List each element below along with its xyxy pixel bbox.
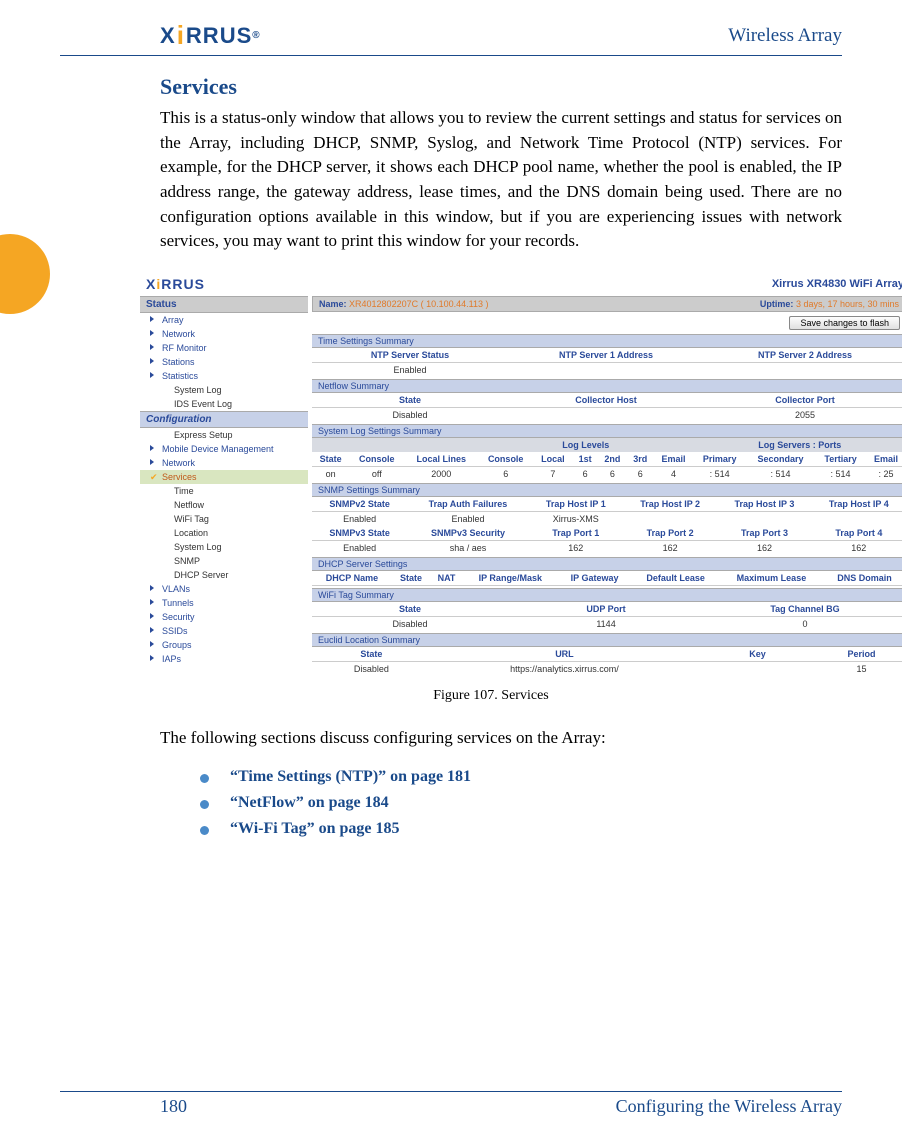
link-netflow[interactable]: “NetFlow” on page 184 [200, 794, 842, 812]
main-content: Name: XR4012802207C ( 10.100.44.113 ) Up… [308, 296, 902, 678]
panel-snmp: SNMP Settings Summary SNMPv2 StateTrap A… [312, 483, 902, 555]
nav-item-dhcp-server[interactable]: DHCP Server [140, 568, 308, 582]
panel-title: System Log Settings Summary [312, 424, 902, 438]
nav-item-location[interactable]: Location [140, 526, 308, 540]
nav-item-mdm[interactable]: Mobile Device Management [140, 442, 308, 456]
nav-item-express-setup[interactable]: Express Setup [140, 428, 308, 442]
table-row: onoff2000 676 664 : 514: 514: 514: 25 [312, 466, 902, 481]
page-number: 180 [60, 1096, 187, 1117]
figure-caption: Figure 107. Services [140, 688, 842, 704]
xirrus-logo: XiRRUS® [160, 20, 261, 51]
table-row: Disabled2055 [312, 407, 902, 422]
panel-dhcp: DHCP Server Settings DHCP NameStateNATIP… [312, 557, 902, 586]
nav-sidebar: Status Array Network RF Monitor Stations… [140, 296, 308, 678]
nav-item-tunnels[interactable]: Tunnels [140, 596, 308, 610]
panel-title: DHCP Server Settings [312, 557, 902, 571]
link-wifi-tag[interactable]: “Wi-Fi Tag” on page 185 [200, 820, 842, 838]
table-row: Enabledsha / aes162162162162 [312, 540, 902, 555]
link-list: “Time Settings (NTP)” on page 181 “NetFl… [200, 768, 842, 838]
intro-paragraph: This is a status-only window that allows… [160, 106, 842, 254]
nav-item-network-cfg[interactable]: Network [140, 456, 308, 470]
panel-syslog: System Log Settings Summary Log LevelsLo… [312, 424, 902, 481]
nav-item-snmp[interactable]: SNMP [140, 554, 308, 568]
device-model: Xirrus XR4830 WiFi Array [772, 278, 902, 290]
nav-item-array[interactable]: Array [140, 313, 308, 327]
nav-item-netflow[interactable]: Netflow [140, 498, 308, 512]
footer-section-title: Configuring the Wireless Array [616, 1096, 842, 1117]
doc-header-title: Wireless Array [728, 25, 842, 47]
table-row: EnabledEnabledXirrus-XMS [312, 511, 902, 526]
nav-item-ids-event-log[interactable]: IDS Event Log [140, 397, 308, 411]
nav-item-time[interactable]: Time [140, 484, 308, 498]
nav-item-vlans[interactable]: VLANs [140, 582, 308, 596]
panel-time-settings: Time Settings Summary NTP Server Status … [312, 334, 902, 377]
nav-item-ssids[interactable]: SSIDs [140, 624, 308, 638]
panel-wifi-tag: WiFi Tag Summary StateUDP PortTag Channe… [312, 588, 902, 631]
nav-item-stations[interactable]: Stations [140, 355, 308, 369]
nav-item-wifi-tag[interactable]: WiFi Tag [140, 512, 308, 526]
nav-item-statistics[interactable]: Statistics [140, 369, 308, 383]
nav-header-configuration: Configuration [140, 411, 308, 428]
nav-item-network[interactable]: Network [140, 327, 308, 341]
device-info-bar: Name: XR4012802207C ( 10.100.44.113 ) Up… [312, 296, 902, 312]
following-sections-text: The following sections discuss configuri… [160, 726, 842, 751]
check-icon: ✔ [150, 472, 158, 483]
nav-item-security[interactable]: Security [140, 610, 308, 624]
doc-header: XiRRUS® Wireless Array [60, 20, 842, 56]
section-title: Services [160, 74, 842, 100]
nav-item-iaps[interactable]: IAPs [140, 652, 308, 666]
panel-title: Time Settings Summary [312, 334, 902, 348]
page-tab-decoration [0, 234, 50, 314]
screenshot-logo: XiRRUS [146, 276, 205, 292]
panel-title: Netflow Summary [312, 379, 902, 393]
screenshot-services: XiRRUS Xirrus XR4830 WiFi Array Status A… [140, 272, 902, 678]
nav-item-system-log-cfg[interactable]: System Log [140, 540, 308, 554]
nav-header-status: Status [140, 296, 308, 313]
panel-title: WiFi Tag Summary [312, 588, 902, 602]
nav-item-system-log[interactable]: System Log [140, 383, 308, 397]
table-row: Disabled11440 [312, 616, 902, 631]
nav-item-rf-monitor[interactable]: RF Monitor [140, 341, 308, 355]
table-row: Disabledhttps://analytics.xirrus.com/15 [312, 661, 902, 676]
nav-item-groups[interactable]: Groups [140, 638, 308, 652]
table-row: Enabled [312, 362, 902, 377]
link-time-settings[interactable]: “Time Settings (NTP)” on page 181 [200, 768, 842, 786]
panel-netflow: Netflow Summary State Collector Host Col… [312, 379, 902, 422]
page-footer: 180 Configuring the Wireless Array [60, 1091, 842, 1117]
save-changes-button[interactable]: Save changes to flash [789, 316, 900, 330]
panel-euclid: Euclid Location Summary StateURLKeyPerio… [312, 633, 902, 676]
panel-title: SNMP Settings Summary [312, 483, 902, 497]
nav-item-services[interactable]: ✔Services [140, 470, 308, 484]
figure-107: XiRRUS Xirrus XR4830 WiFi Array Status A… [140, 272, 842, 678]
panel-title: Euclid Location Summary [312, 633, 902, 647]
